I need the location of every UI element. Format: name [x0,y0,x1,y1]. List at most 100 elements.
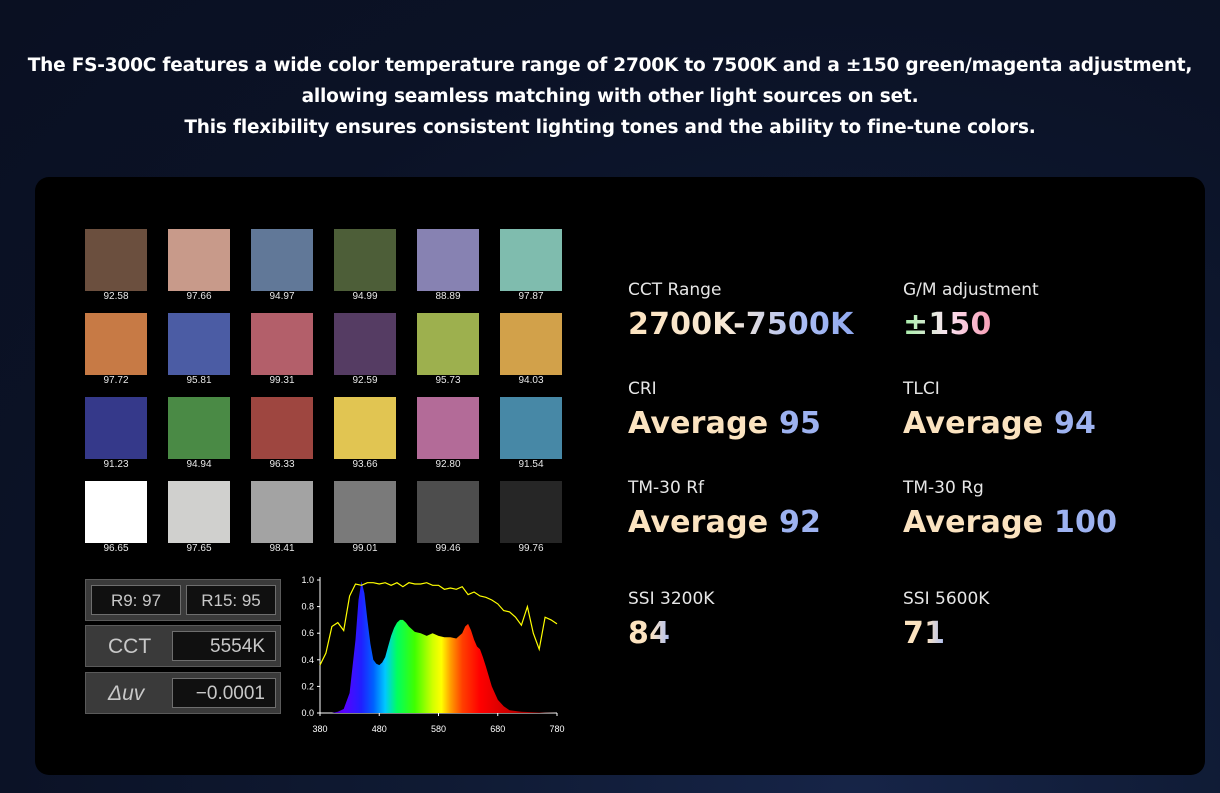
color-swatch [251,397,313,459]
stat-label-ssi-5600k: SSI 5600K [903,589,990,609]
stat-label-tm30-rf: TM-30 Rf [628,478,705,498]
color-swatch [500,313,562,375]
intro-line: allowing seamless matching with other li… [301,86,919,107]
swatch-value: 97.72 [103,375,129,386]
color-swatch [85,481,147,543]
stat-value-prefix: Average [903,505,1044,540]
cct-readout: 5554K [172,631,276,661]
swatch-value: 94.94 [186,459,212,470]
intro-line: The FS-300C features a wide color temper… [27,55,1193,76]
color-swatch [500,397,562,459]
r-values-meter: R9: 97 R15: 95 [85,579,281,621]
swatch-value: 94.97 [269,291,295,302]
swatch-value: 97.65 [186,543,212,554]
color-swatch [500,229,562,291]
swatch-value: 92.59 [352,375,378,386]
color-swatch [417,313,479,375]
stat-value-tm30-rf: Average 92 [628,505,821,540]
swatch-value: 96.65 [103,543,129,554]
color-swatch [417,229,479,291]
swatch-value: 98.41 [269,543,295,554]
stat-value-prefix: Average [903,406,1044,441]
x-tick-label: 680 [490,724,505,734]
y-tick-label: 0.6 [301,628,314,638]
color-swatch [417,397,479,459]
swatch-value: 99.76 [518,543,544,554]
stat-label-ssi-3200k: SSI 3200K [628,589,715,609]
stat-value-gm: ±150 [903,307,992,342]
swatch-value: 94.99 [352,291,378,302]
color-swatch [168,397,230,459]
stat-value-prefix: Average [628,406,769,441]
y-tick-label: 0.8 [301,602,314,612]
swatch-value: 99.46 [435,543,461,554]
x-tick-label: 480 [372,724,387,734]
cct-meter: CCT 5554K [85,625,281,667]
duv-value: −0.0001 [195,683,265,704]
color-swatch [85,397,147,459]
stat-value-tm30-rg: Average 100 [903,505,1117,540]
stat-value-number: 94 [1053,406,1097,441]
intro-line: This flexibility ensures consistent ligh… [184,117,1036,138]
stat-value-ssi-3200k: 84 [628,616,671,651]
x-tick-label: 780 [549,724,564,734]
stat-label-gm: G/M adjustment [903,280,1039,300]
stat-value-tlci: Average 94 [903,406,1096,441]
swatch-value: 91.23 [103,459,129,470]
color-swatch [85,229,147,291]
color-swatch [168,313,230,375]
duv-label: Δuv [108,682,145,705]
stat-label-cct-range: CCT Range [628,280,722,300]
stat-value-cri: Average 95 [628,406,821,441]
color-swatch [500,481,562,543]
swatch-value: 97.66 [186,291,212,302]
r9-readout: R9: 97 [91,585,181,615]
x-tick-label: 580 [431,724,446,734]
swatch-value: 91.54 [518,459,544,470]
duv-readout: −0.0001 [172,678,276,708]
swatch-value: 93.66 [352,459,378,470]
cct-label: CCT [108,635,152,658]
stat-value-ssi-5600k: 71 [903,616,946,651]
swatch-value: 96.33 [269,459,295,470]
color-swatch [334,481,396,543]
color-swatch [334,397,396,459]
color-swatch [85,313,147,375]
color-swatch [251,313,313,375]
color-swatch [251,481,313,543]
specs-panel: 92.58 97.66 94.97 94.99 88.89 97.87 97.72 95.81… [35,177,1205,775]
y-tick-label: 0.4 [301,655,314,665]
spectrum-chart: 0.0 0.2 0.4 0.6 0.8 1.0 380 480 580 680 780 [301,575,564,734]
swatch-value: 97.87 [518,291,544,302]
color-swatch [168,229,230,291]
swatch-value: 95.81 [186,375,212,386]
color-swatch [334,313,396,375]
y-tick-label: 0.2 [301,681,314,691]
color-swatch [417,481,479,543]
spectral-power-area [320,581,557,713]
stat-label-tlci: TLCI [903,379,940,399]
r15-readout: R15: 95 [186,585,276,615]
cct-value: 5554K [210,636,265,657]
y-tick-label: 0.0 [301,708,314,718]
y-tick-label: 1.0 [301,575,314,585]
stat-value-prefix: Average [628,505,769,540]
swatch-value: 94.03 [518,375,544,386]
color-swatch [168,481,230,543]
color-swatch [334,229,396,291]
stat-label-cri: CRI [628,379,657,399]
stat-value-cct-range: 2700K-7500K [628,307,854,342]
swatch-value: 99.31 [269,375,295,386]
intro-text: The FS-300C features a wide color temper… [0,50,1220,143]
r15-value: R15: 95 [201,591,261,610]
stat-label-tm30-rg: TM-30 Rg [903,478,984,498]
r9-value: R9: 97 [110,591,162,610]
swatch-value: 92.80 [435,459,461,470]
swatch-value: 88.89 [435,291,461,302]
swatch-value: 99.01 [352,543,378,554]
stat-value-number: 92 [778,505,822,540]
duv-meter: Δuv −0.0001 [85,672,281,714]
swatch-value: 92.58 [103,291,129,302]
x-tick-label: 380 [312,724,327,734]
stat-value-number: 100 [1053,505,1118,540]
